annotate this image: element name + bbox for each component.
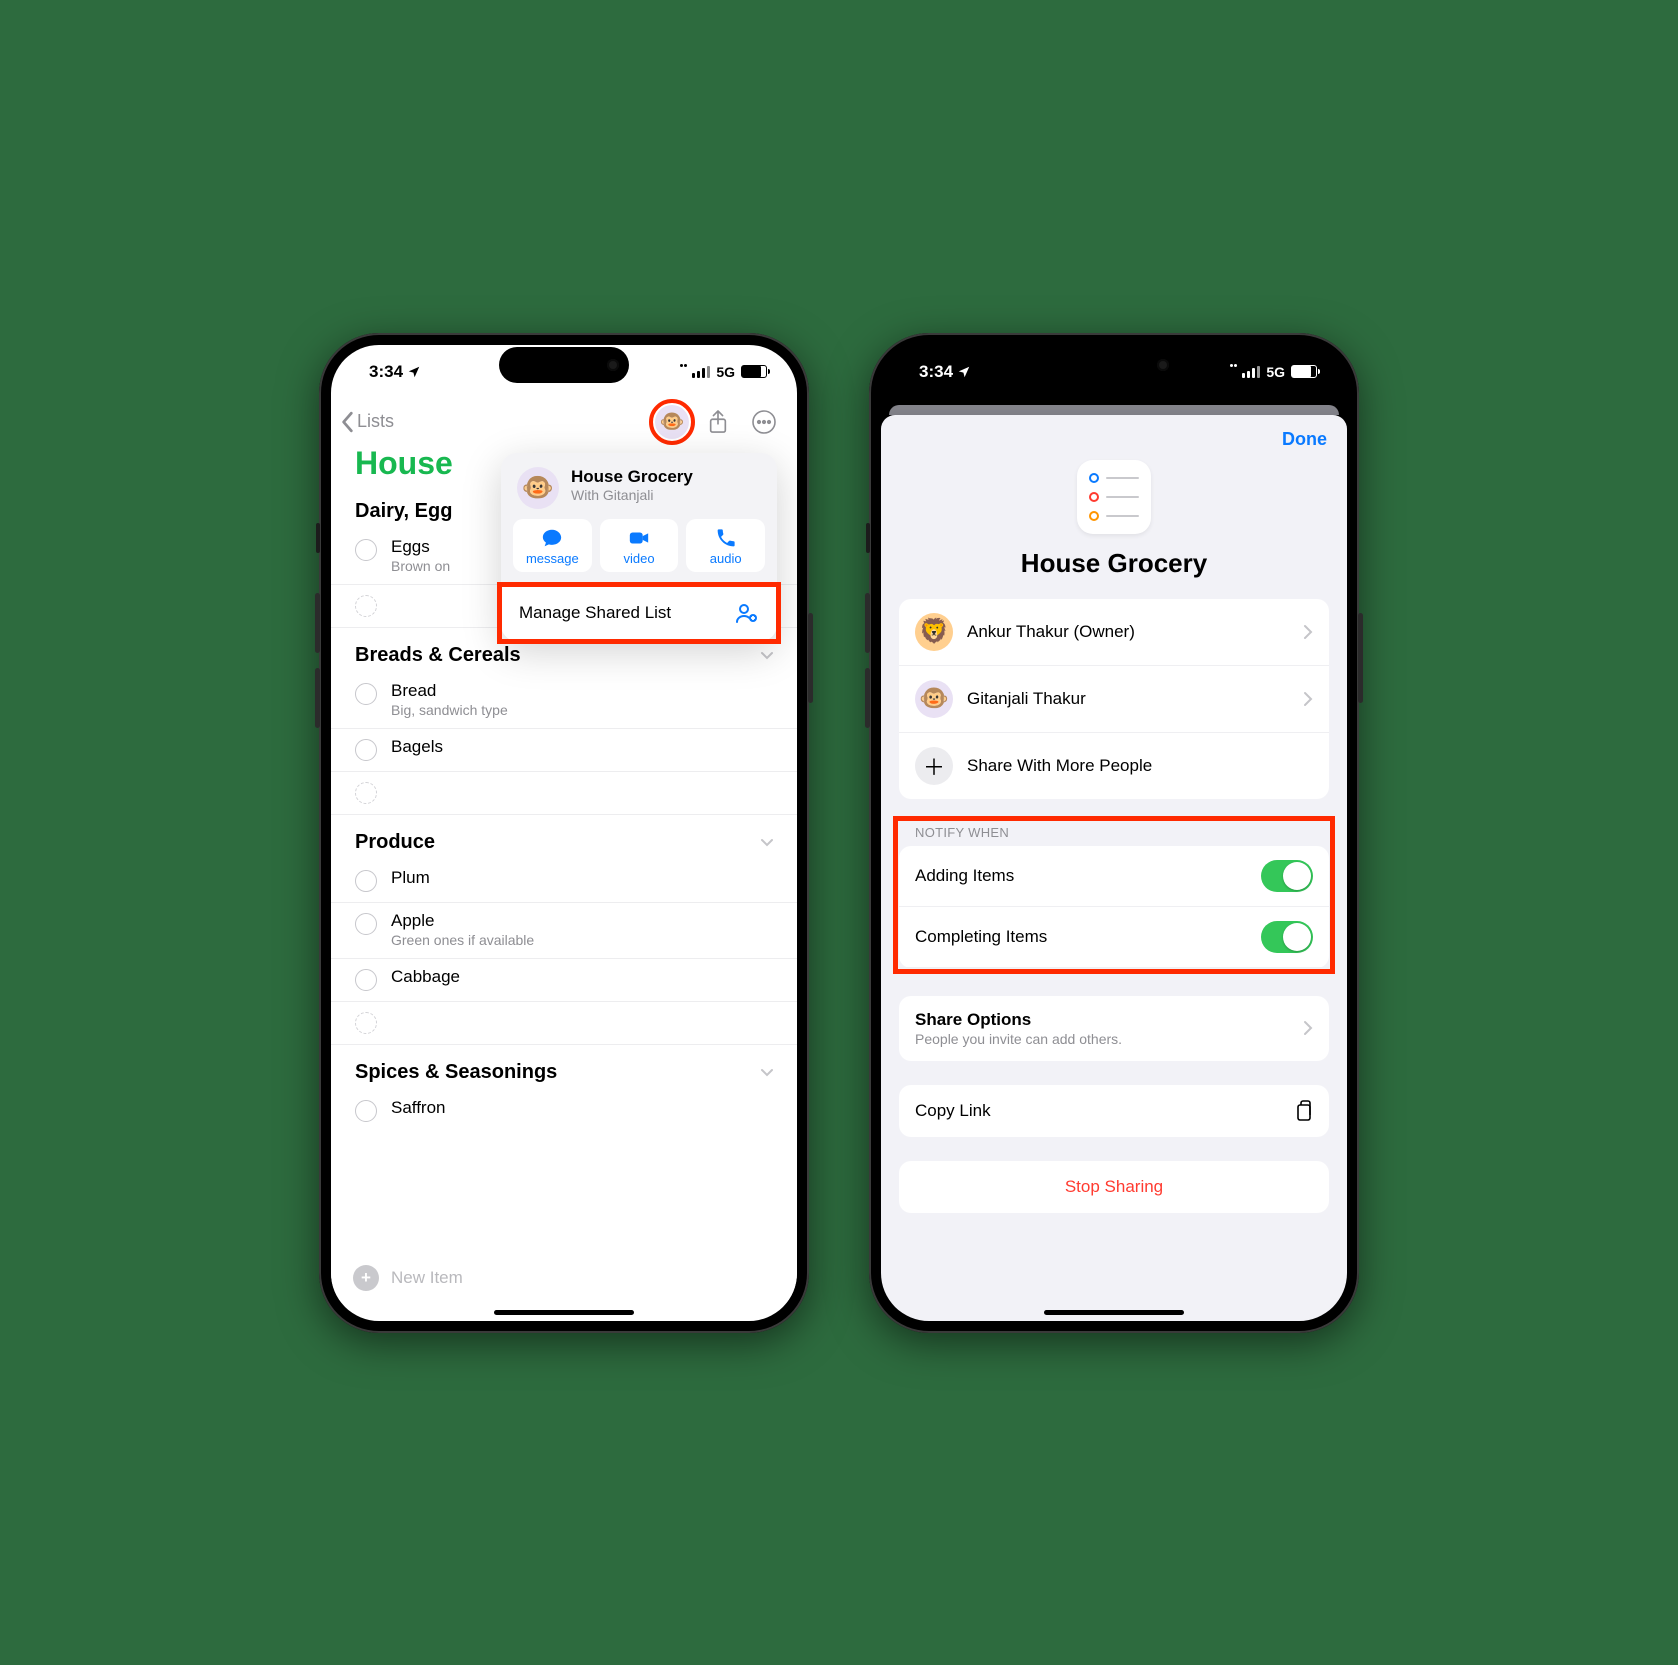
add-circle-icon (355, 782, 377, 804)
share-options-card[interactable]: Share Options People you invite can add … (899, 996, 1329, 1061)
list-item[interactable]: Plum (331, 860, 797, 903)
chevron-right-icon (1303, 1020, 1313, 1036)
popover-title: House Grocery (571, 467, 693, 487)
toggle-row-adding: Adding Items (899, 846, 1329, 907)
annotation-ring (649, 399, 695, 445)
manage-sheet: Done House Grocery 🦁 Ankur Thakur (Owner… (881, 415, 1347, 1321)
copy-icon (1293, 1099, 1313, 1123)
adding-toggle[interactable] (1261, 860, 1313, 892)
back-button[interactable]: Lists (341, 411, 643, 433)
done-button[interactable]: Done (1282, 429, 1327, 450)
checkbox[interactable] (355, 739, 377, 761)
popover-subtitle: With Gitanjali (571, 487, 693, 503)
checkbox[interactable] (355, 1100, 377, 1122)
back-label: Lists (357, 411, 394, 432)
shared-list-icon (735, 601, 759, 625)
network-label: 5G (716, 364, 735, 380)
share-more-button[interactable]: ＋ Share With More People (899, 733, 1329, 799)
signal-dots-icon (680, 369, 686, 375)
checkbox[interactable] (355, 683, 377, 705)
sheet-title: House Grocery (881, 548, 1347, 579)
list-item[interactable]: Apple Green ones if available (331, 903, 797, 959)
popover-avatar: 🐵 (517, 467, 559, 509)
checkbox[interactable] (355, 870, 377, 892)
home-indicator[interactable] (494, 1310, 634, 1315)
message-button[interactable]: message (513, 519, 592, 572)
people-card: 🦁 Ankur Thakur (Owner) 🐵 Gitanjali Thaku… (899, 599, 1329, 799)
list-item[interactable]: Bagels (331, 729, 797, 772)
audio-button[interactable]: audio (686, 519, 765, 572)
section-header[interactable]: Spices & Seasonings (331, 1045, 797, 1090)
section-header[interactable]: Produce (331, 815, 797, 860)
plus-icon: + (353, 1265, 379, 1291)
notify-card: Adding Items Completing Items (899, 846, 1329, 968)
chevron-right-icon (1303, 691, 1313, 707)
copy-link-button[interactable]: Copy Link (899, 1085, 1329, 1137)
new-item-button[interactable]: + New Item (331, 1253, 797, 1303)
battery-icon (1291, 365, 1317, 378)
phone-right: 3:34 5G Done (869, 333, 1359, 1333)
clock: 3:34 (369, 362, 403, 382)
list-item[interactable]: Saffron (331, 1090, 797, 1132)
location-icon (407, 365, 421, 379)
share-button[interactable] (701, 405, 735, 439)
phone-left: 3:34 5G Lists 🐵 (319, 333, 809, 1333)
chevron-right-icon (1303, 624, 1313, 640)
list-item[interactable]: Bread Big, sandwich type (331, 673, 797, 729)
chevron-down-icon (759, 1064, 775, 1080)
chevron-down-icon (759, 647, 775, 663)
signal-dots-icon (1230, 369, 1236, 375)
notify-header: Notify When (881, 825, 1347, 846)
sheet-behind (889, 405, 1339, 415)
battery-icon (741, 365, 767, 378)
signal-icon (692, 366, 710, 378)
add-circle-icon (355, 595, 377, 617)
plus-icon: ＋ (915, 747, 953, 785)
dynamic-island (1049, 347, 1179, 383)
reminders-app-icon (1077, 460, 1151, 534)
list-item[interactable]: Cabbage (331, 959, 797, 1002)
clock: 3:34 (919, 362, 953, 382)
person-row[interactable]: 🐵 Gitanjali Thakur (899, 666, 1329, 733)
signal-icon (1242, 366, 1260, 378)
toggle-row-completing: Completing Items (899, 907, 1329, 968)
more-button[interactable] (747, 405, 781, 439)
shared-avatar-button[interactable]: 🐵 (655, 405, 689, 439)
avatar-icon: 🐵 (915, 680, 953, 718)
chevron-down-icon (759, 834, 775, 850)
home-indicator[interactable] (1044, 1310, 1184, 1315)
checkbox[interactable] (355, 969, 377, 991)
share-popover: 🐵 House Grocery With Gitanjali message v… (501, 453, 777, 641)
stop-sharing-button[interactable]: Stop Sharing (899, 1161, 1329, 1213)
dynamic-island (499, 347, 629, 383)
checkbox[interactable] (355, 539, 377, 561)
video-button[interactable]: video (600, 519, 679, 572)
avatar-icon: 🦁 (915, 613, 953, 651)
location-icon (957, 365, 971, 379)
manage-shared-list-button[interactable]: Manage Shared List (501, 584, 777, 641)
person-row[interactable]: 🦁 Ankur Thakur (Owner) (899, 599, 1329, 666)
add-item-placeholder[interactable] (331, 772, 797, 815)
add-item-placeholder[interactable] (331, 1002, 797, 1045)
checkbox[interactable] (355, 913, 377, 935)
add-circle-icon (355, 1012, 377, 1034)
completing-toggle[interactable] (1261, 921, 1313, 953)
network-label: 5G (1266, 364, 1285, 380)
